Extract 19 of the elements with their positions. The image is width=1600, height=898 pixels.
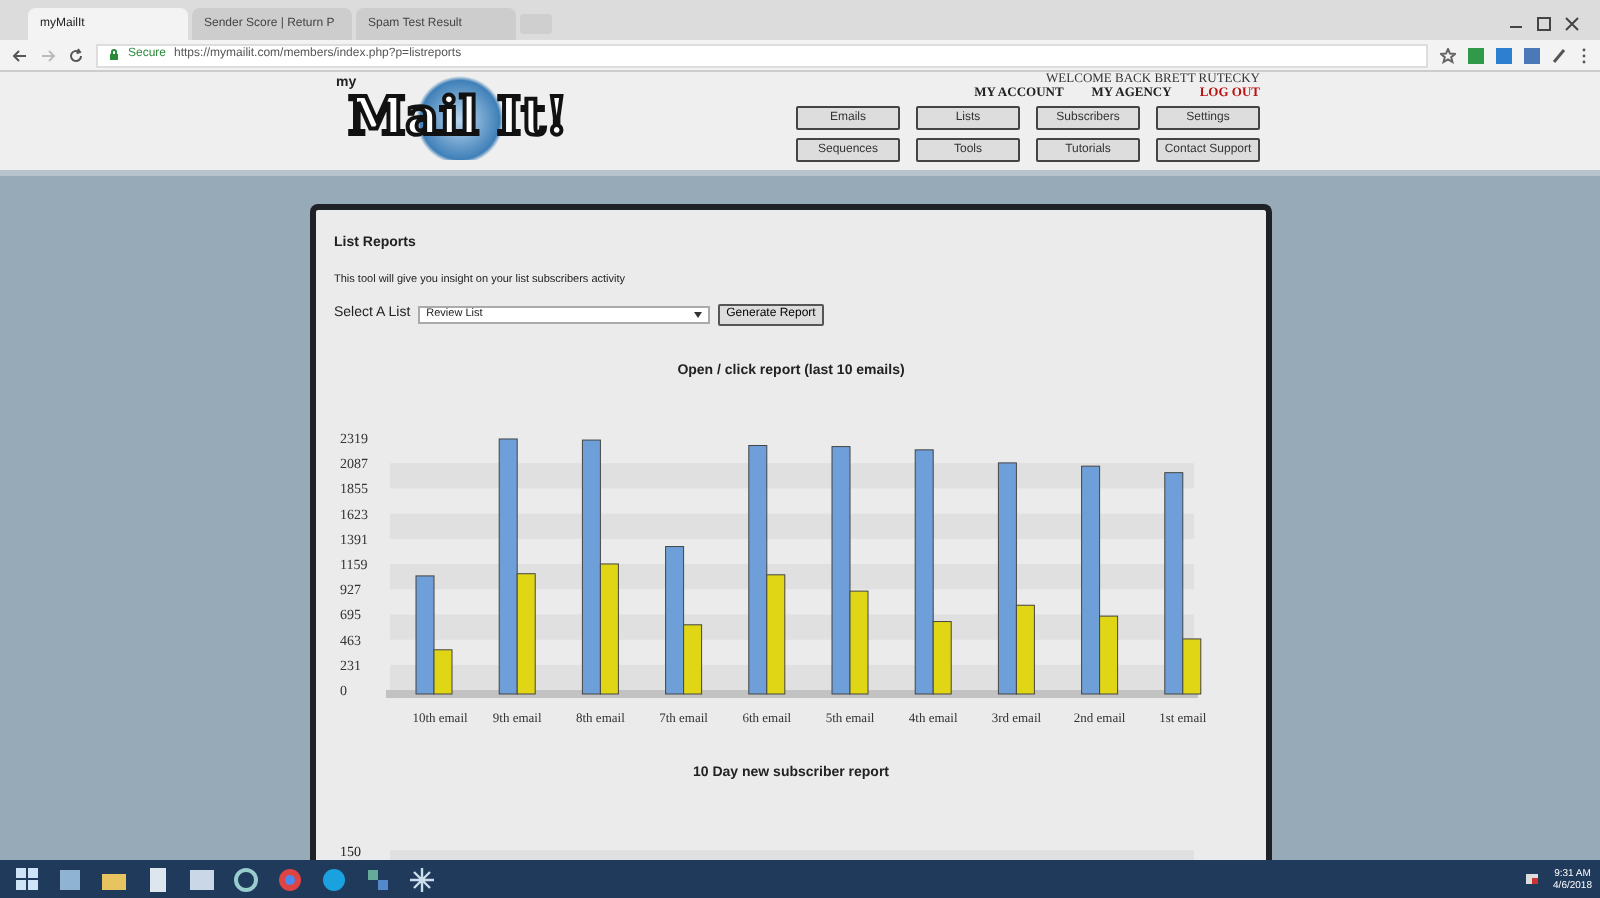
lock-icon <box>108 48 120 62</box>
network-icon[interactable] <box>366 867 390 891</box>
flag-icon[interactable] <box>1525 873 1538 885</box>
snowflake-icon[interactable] <box>410 867 434 891</box>
app-icon[interactable] <box>58 867 82 891</box>
browser-icon[interactable] <box>278 867 302 891</box>
window-icon[interactable] <box>190 867 214 891</box>
round-app-icon[interactable] <box>322 867 346 891</box>
close-icon[interactable] <box>1564 16 1580 32</box>
start-icon[interactable] <box>15 868 37 890</box>
star-icon[interactable] <box>1440 47 1456 63</box>
pen-icon[interactable] <box>1552 47 1568 63</box>
ring-icon[interactable] <box>234 867 258 891</box>
maximize-icon[interactable] <box>1536 16 1552 32</box>
dropdown-caret-icon <box>694 311 703 318</box>
menu-icon[interactable] <box>1580 47 1588 63</box>
reload-icon[interactable] <box>68 47 84 63</box>
document-icon[interactable] <box>146 867 170 891</box>
back-arrow-icon[interactable] <box>12 47 28 63</box>
